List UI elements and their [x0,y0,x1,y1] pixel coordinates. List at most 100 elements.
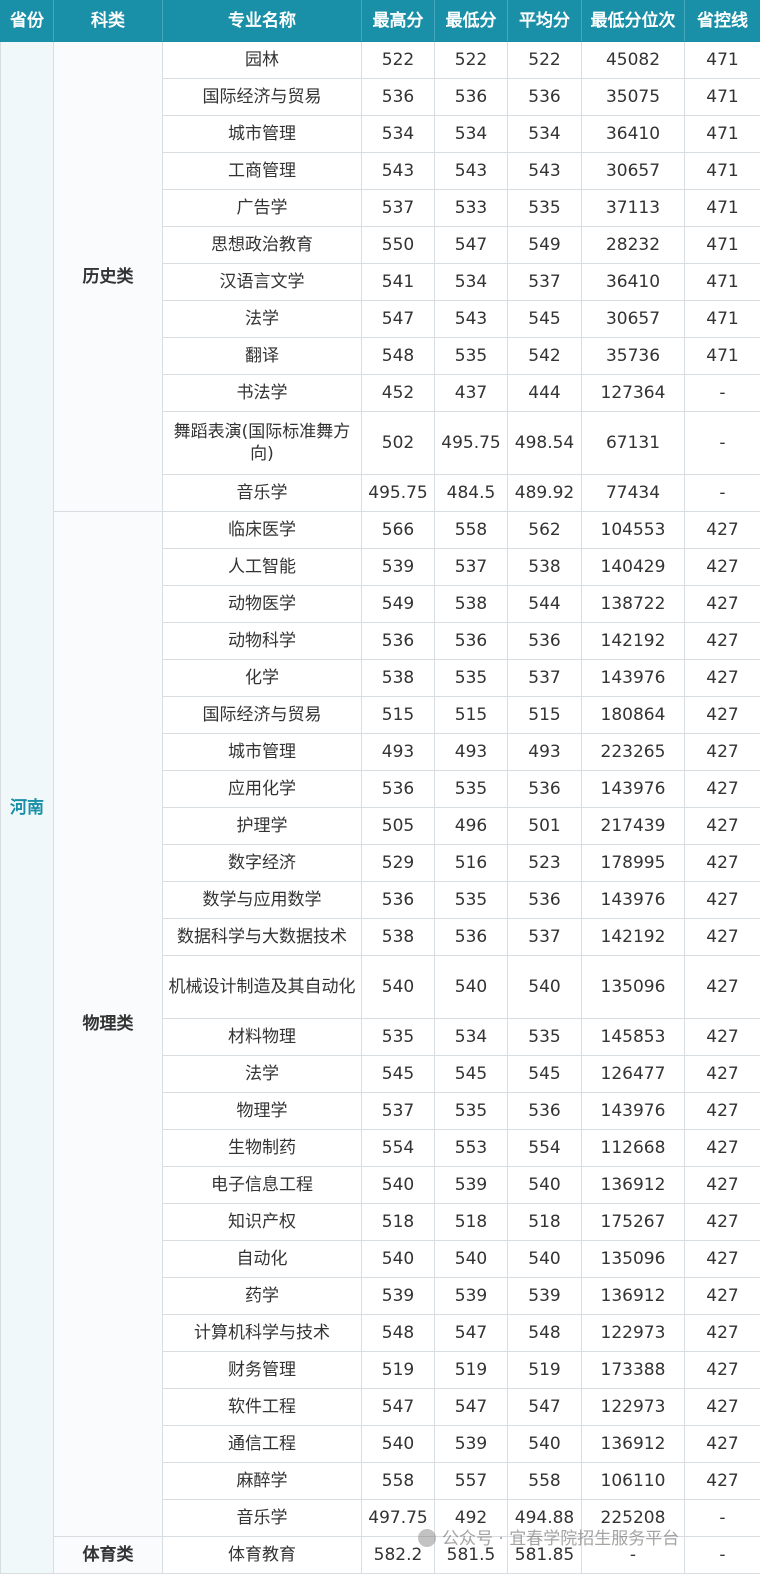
major-name-cell: 通信工程 [163,1426,362,1463]
control-line-cell: 427 [685,1167,760,1204]
max-score-cell: 536 [362,623,435,660]
min-score-cell: 496 [435,808,508,845]
major-name-cell: 计算机科学与技术 [163,1315,362,1352]
control-line-cell: 471 [685,190,760,227]
min-rank-cell: 37113 [582,190,685,227]
control-line-cell: 427 [685,512,760,549]
control-line-cell: 471 [685,301,760,338]
avg-score-cell: 536 [508,623,582,660]
min-score-cell: 535 [435,1093,508,1130]
max-score-cell: 543 [362,153,435,190]
min-score-cell: 540 [435,1241,508,1278]
max-score-cell: 545 [362,1056,435,1093]
avg-score-cell: 543 [508,153,582,190]
table-row: 体育类体育教育582.2581.5581.85-- [1,1537,760,1574]
max-score-cell: 582.2 [362,1537,435,1574]
control-line-cell: 427 [685,1426,760,1463]
major-name-cell: 自动化 [163,1241,362,1278]
min-score-cell: 535 [435,882,508,919]
min-rank-cell: 112668 [582,1130,685,1167]
major-name-cell: 化学 [163,660,362,697]
min-score-cell: 581.5 [435,1537,508,1574]
avg-score-cell: 535 [508,1019,582,1056]
min-score-cell: 484.5 [435,475,508,512]
major-name-cell: 音乐学 [163,475,362,512]
min-rank-cell: 217439 [582,808,685,845]
control-line-cell: 427 [685,586,760,623]
min-rank-cell: 143976 [582,771,685,808]
min-score-cell: 535 [435,660,508,697]
major-name-cell: 软件工程 [163,1389,362,1426]
min-score-cell: 543 [435,301,508,338]
max-score-cell: 547 [362,301,435,338]
major-name-cell: 工商管理 [163,153,362,190]
control-line-cell: 471 [685,338,760,375]
min-score-cell: 516 [435,845,508,882]
control-line-cell: 427 [685,1056,760,1093]
max-score-cell: 539 [362,1278,435,1315]
min-score-cell: 437 [435,375,508,412]
max-score-cell: 536 [362,771,435,808]
avg-score-cell: 519 [508,1352,582,1389]
major-name-cell: 音乐学 [163,1500,362,1537]
control-line-cell: 471 [685,116,760,153]
max-score-cell: 495.75 [362,475,435,512]
min-score-cell: 536 [435,79,508,116]
min-rank-cell: 143976 [582,1093,685,1130]
min-score-cell: 493 [435,734,508,771]
control-line-cell: 471 [685,79,760,116]
max-score-cell: 497.75 [362,1500,435,1537]
control-line-cell: 427 [685,1389,760,1426]
major-name-cell: 物理学 [163,1093,362,1130]
control-line-cell: 427 [685,697,760,734]
major-name-cell: 人工智能 [163,549,362,586]
header-cell: 省控线 [685,1,760,42]
min-rank-cell: 127364 [582,375,685,412]
avg-score-cell: 544 [508,586,582,623]
min-score-cell: 536 [435,919,508,956]
min-rank-cell: 225208 [582,1500,685,1537]
min-rank-cell: 104553 [582,512,685,549]
min-rank-cell: 136912 [582,1278,685,1315]
min-rank-cell: 143976 [582,882,685,919]
table-row: 河南历史类园林52252252245082471 [1,42,760,79]
control-line-cell: 427 [685,734,760,771]
max-score-cell: 535 [362,1019,435,1056]
min-score-cell: 543 [435,153,508,190]
major-name-cell: 国际经济与贸易 [163,79,362,116]
major-name-cell: 财务管理 [163,1352,362,1389]
min-score-cell: 534 [435,1019,508,1056]
major-name-cell: 国际经济与贸易 [163,697,362,734]
min-score-cell: 547 [435,1389,508,1426]
avg-score-cell: 540 [508,1241,582,1278]
header-cell: 科类 [54,1,163,42]
major-name-cell: 园林 [163,42,362,79]
major-name-cell: 生物制药 [163,1130,362,1167]
control-line-cell: 471 [685,227,760,264]
major-name-cell: 体育教育 [163,1537,362,1574]
major-name-cell: 法学 [163,1056,362,1093]
avg-score-cell: 523 [508,845,582,882]
control-line-cell: 427 [685,623,760,660]
min-score-cell: 534 [435,264,508,301]
avg-score-cell: 536 [508,882,582,919]
major-name-cell: 麻醉学 [163,1463,362,1500]
major-name-cell: 临床医学 [163,512,362,549]
min-rank-cell: 136912 [582,1426,685,1463]
max-score-cell: 534 [362,116,435,153]
min-rank-cell: 126477 [582,1056,685,1093]
category-cell: 体育类 [54,1537,163,1574]
max-score-cell: 505 [362,808,435,845]
avg-score-cell: 494.88 [508,1500,582,1537]
province-cell: 河南 [1,42,54,1574]
control-line-cell: 427 [685,771,760,808]
max-score-cell: 558 [362,1463,435,1500]
category-cell: 历史类 [54,42,163,512]
control-line-cell: 427 [685,1315,760,1352]
max-score-cell: 522 [362,42,435,79]
avg-score-cell: 548 [508,1315,582,1352]
admission-score-table: 省份 科类 专业名称 最高分 最低分 平均分 最低分位次 省控线 河南历史类园林… [0,0,760,1574]
min-rank-cell: 122973 [582,1315,685,1352]
max-score-cell: 493 [362,734,435,771]
avg-score-cell: 522 [508,42,582,79]
